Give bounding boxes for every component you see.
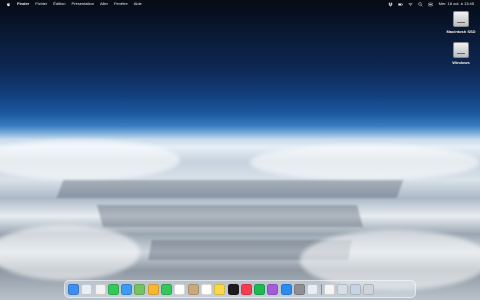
text-edit-icon[interactable]: [323, 283, 335, 295]
maps-icon[interactable]: [134, 283, 146, 295]
menu-window[interactable]: Fenêtre: [114, 0, 128, 8]
notes-icon[interactable]: [214, 283, 226, 295]
apple-menu-icon[interactable]: [6, 2, 11, 7]
system-settings-icon[interactable]: [294, 283, 306, 295]
screenshot-icon[interactable]: [336, 283, 348, 295]
desktop-icon-label: Macintosh SSD: [446, 29, 476, 34]
hard-drive-icon: [453, 11, 469, 27]
apple-tv-icon[interactable]: [227, 283, 239, 295]
search-icon[interactable]: [418, 1, 423, 7]
menu-bar: Finder Fichier Édition Présentation Alle…: [0, 0, 480, 8]
desktop-icon-windows[interactable]: Windows: [446, 42, 476, 65]
desktop-icon-macintosh-ssd[interactable]: Macintosh SSD: [446, 11, 476, 34]
dock-separator: [320, 283, 322, 295]
contacts-icon[interactable]: [187, 283, 199, 295]
battery-icon[interactable]: [397, 2, 403, 7]
wallpaper-mountain: [97, 205, 363, 227]
menu-go[interactable]: Aller: [100, 0, 108, 8]
menu-edit[interactable]: Édition: [53, 0, 65, 8]
control-center-icon[interactable]: [427, 2, 433, 7]
podcasts-icon[interactable]: [267, 283, 279, 295]
dock: [64, 280, 416, 298]
app-store-icon[interactable]: [280, 283, 292, 295]
photos-icon[interactable]: [147, 283, 159, 295]
desktop-icon-label: Windows: [452, 60, 470, 65]
messages-icon[interactable]: [107, 283, 119, 295]
spotify-icon[interactable]: [254, 283, 266, 295]
wifi-icon[interactable]: [407, 2, 413, 7]
mail-icon[interactable]: [121, 283, 133, 295]
menu-app-name[interactable]: Finder: [17, 0, 29, 8]
desktop: Finder Fichier Édition Présentation Alle…: [0, 0, 480, 300]
trash-icon[interactable]: [363, 283, 375, 295]
facetime-icon[interactable]: [161, 283, 173, 295]
wallpaper-mountain: [56, 180, 404, 198]
menu-help[interactable]: Aide: [134, 0, 142, 8]
status-area: Mer. 18 oct. à 13:45: [383, 0, 474, 8]
hard-drive-icon: [453, 42, 469, 58]
dropbox-icon[interactable]: [388, 2, 393, 7]
reminders-icon[interactable]: [200, 283, 212, 295]
chrome-icon[interactable]: [94, 283, 106, 295]
menu-view[interactable]: Présentation: [71, 0, 93, 8]
finder-icon[interactable]: [68, 283, 79, 295]
calendar-icon[interactable]: [174, 283, 186, 295]
wallpaper-cloud: [0, 140, 180, 180]
menu-file[interactable]: Fichier: [35, 0, 47, 8]
wallpaper-cloud: [0, 225, 140, 280]
downloads-folder-icon[interactable]: [350, 283, 362, 295]
music-icon[interactable]: [240, 283, 252, 295]
menu-clock[interactable]: Mer. 18 oct. à 13:45: [439, 0, 474, 8]
preview-icon[interactable]: [307, 283, 319, 295]
wallpaper-cloud: [250, 145, 480, 180]
launchpad-icon[interactable]: [81, 283, 93, 295]
